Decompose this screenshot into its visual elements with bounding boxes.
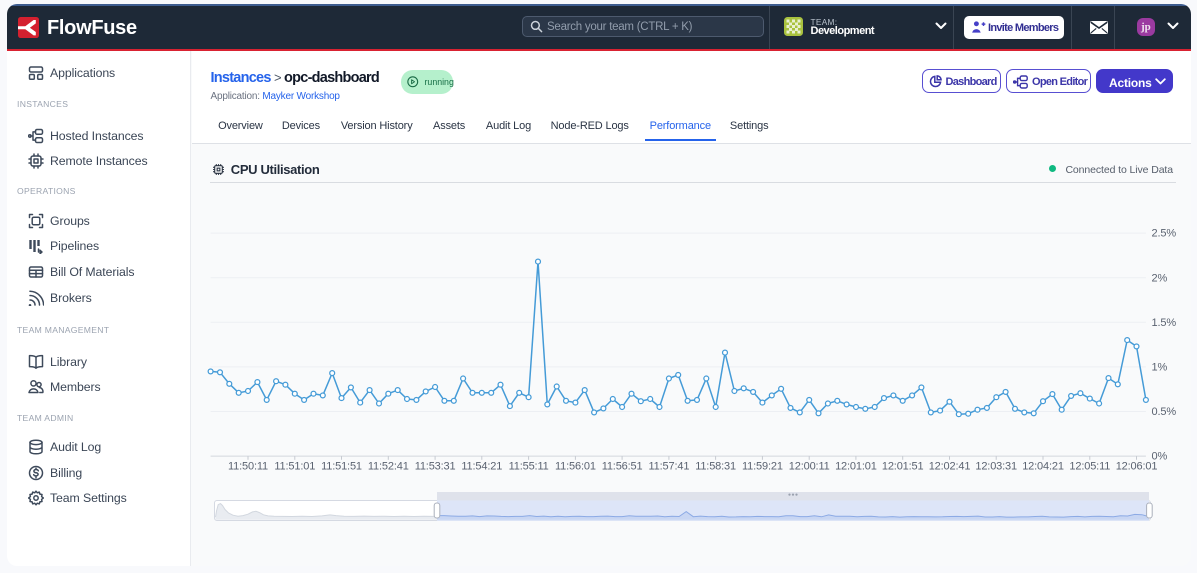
svg-text:11:53:31: 11:53:31: [415, 461, 456, 473]
svg-text:2.5%: 2.5%: [1152, 228, 1177, 240]
svg-text:1%: 1%: [1152, 362, 1168, 374]
svg-text:12:01:51: 12:01:51: [882, 461, 924, 473]
svg-text:11:59:21: 11:59:21: [742, 461, 783, 473]
svg-text:11:51:51: 11:51:51: [321, 461, 362, 473]
svg-text:11:54:21: 11:54:21: [461, 461, 502, 473]
svg-text:12:00:11: 12:00:11: [789, 461, 830, 473]
svg-text:11:52:41: 11:52:41: [368, 461, 409, 473]
svg-text:12:05:11: 12:05:11: [1069, 461, 1110, 473]
svg-text:11:56:01: 11:56:01: [555, 461, 596, 473]
svg-text:12:03:31: 12:03:31: [975, 461, 1017, 473]
svg-text:1.5%: 1.5%: [1152, 317, 1177, 329]
svg-text:11:51:01: 11:51:01: [274, 461, 315, 473]
svg-text:11:56:51: 11:56:51: [602, 461, 643, 473]
svg-text:11:55:11: 11:55:11: [509, 461, 549, 473]
svg-text:12:06:01: 12:06:01: [1116, 461, 1158, 473]
svg-text:11:57:41: 11:57:41: [648, 461, 689, 473]
svg-text:0.5%: 0.5%: [1152, 406, 1177, 418]
svg-text:2%: 2%: [1152, 272, 1168, 284]
svg-text:11:50:11: 11:50:11: [228, 461, 268, 473]
svg-text:12:01:01: 12:01:01: [835, 461, 877, 473]
svg-text:11:58:31: 11:58:31: [695, 461, 736, 473]
svg-text:12:02:41: 12:02:41: [929, 461, 971, 473]
svg-text:12:04:21: 12:04:21: [1022, 461, 1064, 473]
